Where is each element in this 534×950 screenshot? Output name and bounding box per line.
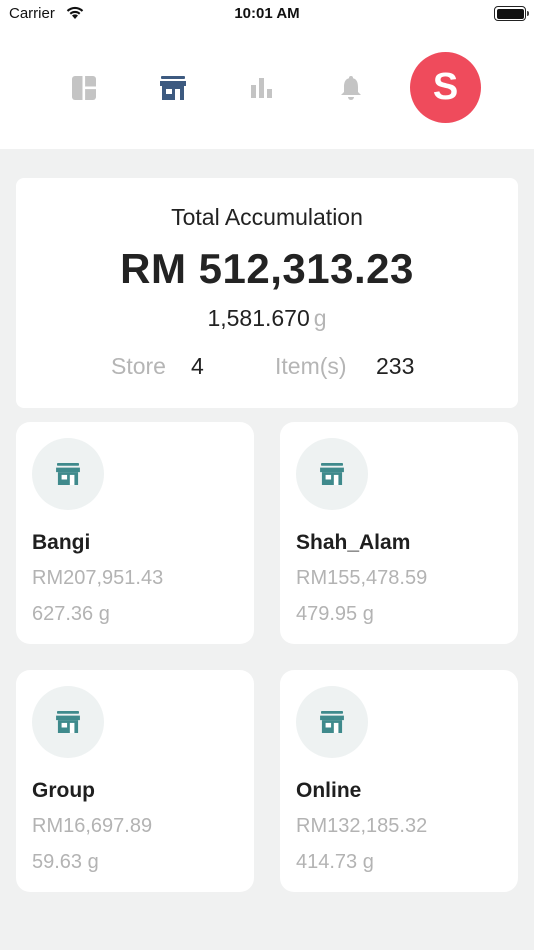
store-icon bbox=[320, 711, 344, 733]
store-icon-badge bbox=[32, 438, 104, 510]
total-accumulation-card: Total Accumulation RM 512,313.23 1,581.6… bbox=[16, 178, 518, 408]
items-count-value: 233 bbox=[376, 353, 415, 379]
store-icon-badge bbox=[296, 438, 368, 510]
nav-reports[interactable] bbox=[242, 68, 282, 108]
top-bar: Carrier 10:01 AM S bbox=[0, 0, 534, 149]
store-name: Online bbox=[296, 779, 362, 802]
store-name: Shah_Alam bbox=[296, 531, 411, 554]
store-count-value: 4 bbox=[191, 353, 204, 379]
summary-amount: RM 512,313.23 bbox=[120, 245, 414, 292]
nav-dashboard[interactable] bbox=[64, 68, 104, 108]
store-icon-badge bbox=[296, 686, 368, 758]
nav-store[interactable] bbox=[153, 68, 193, 108]
store-icon bbox=[56, 463, 80, 485]
dashboard-icon bbox=[72, 76, 96, 100]
status-time: 10:01 AM bbox=[234, 5, 300, 22]
bar-chart-icon bbox=[251, 78, 272, 98]
nav-notifications[interactable] bbox=[331, 68, 371, 108]
store-name: Group bbox=[32, 779, 95, 802]
store-weight: 414.73 g bbox=[296, 851, 374, 873]
bell-icon bbox=[341, 76, 361, 100]
store-amount: RM132,185.32 bbox=[296, 815, 428, 837]
store-weight: 479.95 g bbox=[296, 603, 374, 625]
store-icon bbox=[320, 463, 344, 485]
store-amount: RM207,951.43 bbox=[32, 567, 164, 589]
store-count-label: Store bbox=[111, 353, 166, 379]
store-card-online[interactable]: Online RM132,185.32 414.73 g bbox=[280, 670, 518, 892]
store-amount: RM155,478.59 bbox=[296, 567, 428, 589]
store-card-group[interactable]: Group RM16,697.89 59.63 g bbox=[16, 670, 254, 892]
profile-avatar[interactable]: S bbox=[410, 52, 481, 123]
store-name: Bangi bbox=[32, 531, 91, 554]
battery-icon bbox=[494, 6, 529, 21]
status-bar: Carrier 10:01 AM bbox=[0, 0, 534, 30]
store-weight: 59.63 g bbox=[32, 851, 99, 873]
summary-weight: 1,581.670 g bbox=[16, 305, 518, 332]
store-card-bangi[interactable]: Bangi RM207,951.43 627.36 g bbox=[16, 422, 254, 644]
store-amount: RM16,697.89 bbox=[32, 815, 153, 837]
store-icon-badge bbox=[32, 686, 104, 758]
store-icon bbox=[56, 711, 80, 733]
items-count-label: Item(s) bbox=[275, 353, 347, 379]
summary-title: Total Accumulation bbox=[171, 204, 363, 230]
store-weight: 627.36 g bbox=[32, 603, 110, 625]
summary-weight-unit: g bbox=[313, 305, 327, 331]
store-card-shah-alam[interactable]: Shah_Alam RM155,478.59 479.95 g bbox=[280, 422, 518, 644]
summary-weight-value: 1,581.670 bbox=[207, 305, 310, 331]
store-icon bbox=[160, 76, 186, 100]
